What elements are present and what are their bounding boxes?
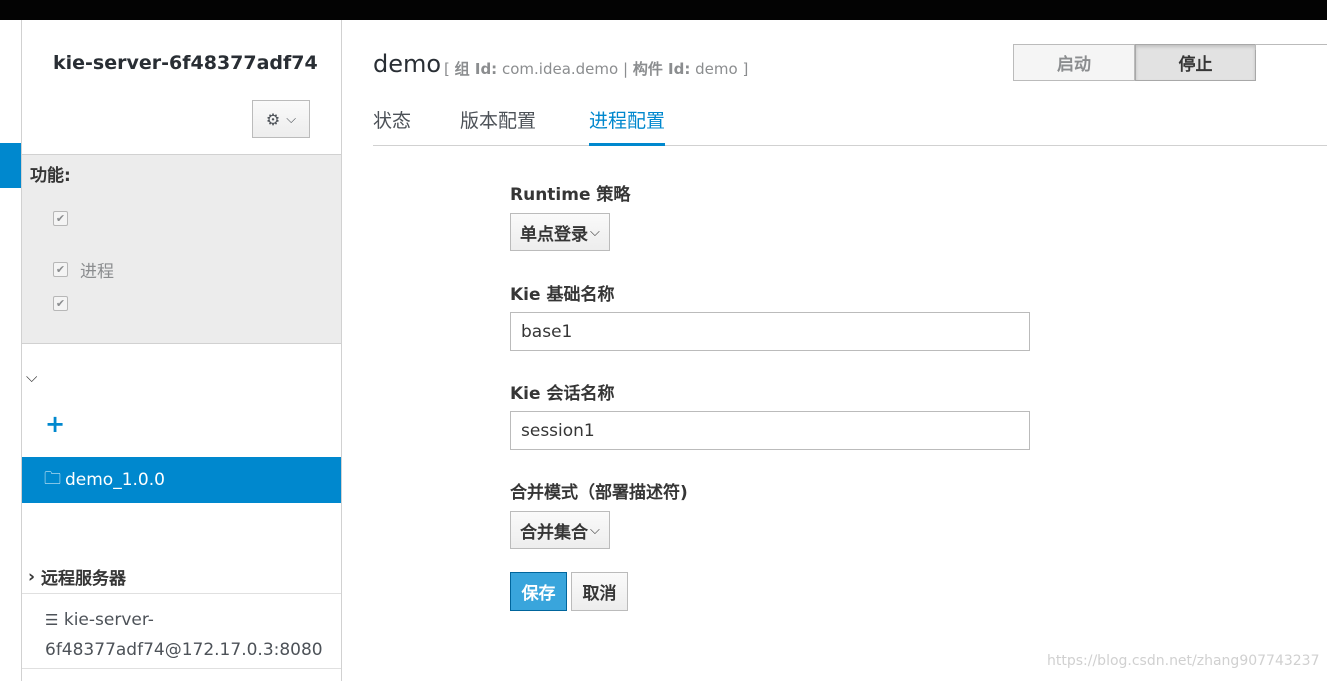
tab-bar: 状态 版本配置 进程配置: [373, 100, 1327, 146]
tab-version-config[interactable]: 版本配置: [460, 106, 536, 133]
nav-rail-active-item[interactable]: [0, 143, 21, 188]
meta-separator: |: [622, 60, 629, 78]
meta-bracket: [: [444, 60, 450, 78]
merge-mode-select[interactable]: 合并集合 ⌵: [510, 511, 610, 549]
divider: [22, 668, 341, 669]
tab-status[interactable]: 状态: [373, 106, 411, 133]
page-title: demo: [373, 50, 442, 78]
meta-bracket: ]: [742, 60, 749, 78]
decorative-border: [1255, 44, 1327, 50]
server-sidebar: kie-server-6f48377adf74 ⚙ ⌵ 功能: ✔ ✔ 进程 ✔…: [22, 20, 342, 681]
merge-mode-label: 合并模式（部署描述符): [510, 483, 688, 503]
artifact-id-value: demo: [695, 60, 738, 78]
chevron-down-icon: ⌵: [590, 522, 600, 538]
stop-button[interactable]: 停止: [1135, 44, 1256, 81]
add-container-icon[interactable]: +: [45, 410, 65, 438]
server-settings-button[interactable]: ⚙ ⌵: [252, 100, 310, 138]
tab-process-config[interactable]: 进程配置: [589, 106, 666, 146]
capability-item: ✔: [53, 296, 80, 311]
capability-item: ✔ 进程: [53, 257, 114, 282]
top-bar: [0, 0, 1327, 20]
remote-servers-header[interactable]: › 远程服务器: [22, 560, 341, 594]
runtime-strategy-value: 单点登录: [520, 224, 588, 245]
container-label: demo_1.0.0: [65, 470, 165, 490]
group-id-value: com.idea.demo: [501, 60, 619, 78]
artifact-id-label: 构件 Id:: [632, 60, 691, 78]
runtime-strategy-label: Runtime 策略: [510, 185, 631, 205]
merge-mode-value: 合并集合: [520, 522, 588, 543]
chevron-down-icon: ⌵: [590, 224, 600, 240]
gear-icon: ⚙: [265, 109, 281, 129]
capabilities-panel: 功能: ✔ ✔ 进程 ✔: [22, 154, 341, 344]
group-id-label: 组 Id:: [454, 60, 498, 78]
server-icon: ☰: [45, 611, 59, 629]
chevron-right-icon: ›: [28, 566, 36, 587]
checkbox-checked-icon: ✔: [53, 211, 68, 226]
kie-base-label: Kie 基础名称: [510, 285, 615, 305]
checkbox-checked-icon: ✔: [53, 262, 68, 277]
start-button[interactable]: 启动: [1013, 44, 1135, 81]
capabilities-title: 功能:: [30, 166, 71, 186]
watermark: https://blog.csdn.net/zhang907743237: [1047, 653, 1320, 669]
kie-base-input[interactable]: base1: [510, 312, 1030, 351]
remote-server-line1: kie-server-: [63, 610, 154, 630]
capability-item: ✔: [53, 211, 80, 226]
folder-icon: 🗀: [44, 468, 61, 489]
remote-server-line2: 6f48377adf74@172.17.0.3:8080: [45, 640, 323, 660]
container-meta: [ 组 Id: com.idea.demo | 构件 Id: demo ]: [444, 58, 748, 79]
cancel-button[interactable]: 取消: [571, 572, 628, 611]
runtime-strategy-select[interactable]: 单点登录 ⌵: [510, 213, 610, 251]
kie-session-input[interactable]: session1: [510, 411, 1030, 450]
chevron-down-icon[interactable]: ⌵: [26, 368, 37, 386]
checkbox-checked-icon: ✔: [53, 296, 68, 311]
capability-label: 进程: [80, 262, 114, 282]
remote-server-item[interactable]: ☰ kie-server- 6f48377adf74@172.17.0.3:80…: [45, 605, 335, 665]
remote-servers-title: 远程服务器: [41, 569, 127, 589]
start-stop-group: 启动 停止: [1013, 44, 1256, 81]
server-title: kie-server-6f48377adf74: [53, 52, 318, 74]
chevron-down-icon: ⌵: [286, 111, 297, 127]
save-button[interactable]: 保存: [510, 572, 567, 611]
kie-session-label: Kie 会话名称: [510, 384, 615, 404]
nav-rail: [0, 20, 22, 681]
container-item-demo[interactable]: 🗀 demo_1.0.0: [22, 457, 341, 503]
